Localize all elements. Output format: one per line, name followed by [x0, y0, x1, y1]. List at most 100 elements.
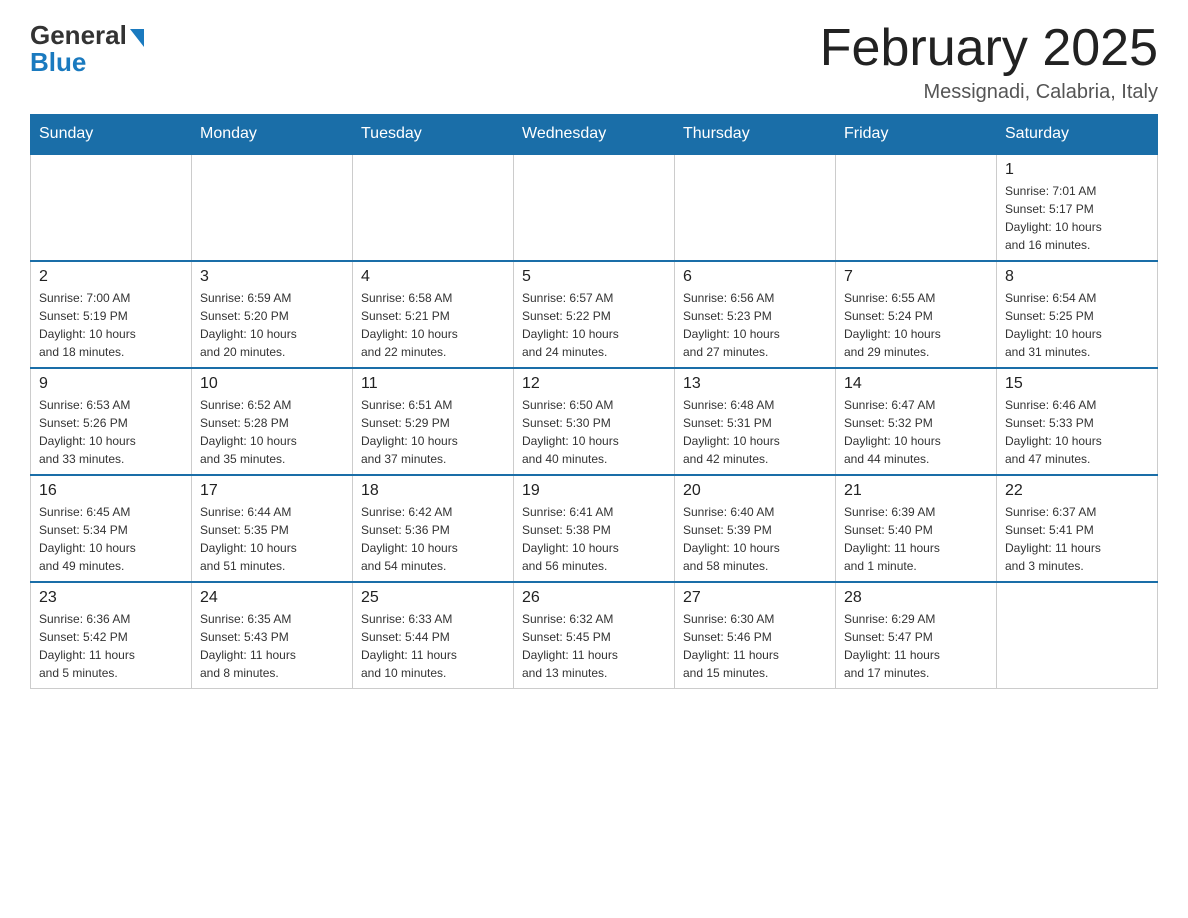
title-area: February 2025 Messignadi, Calabria, Ital…	[820, 20, 1158, 104]
month-title: February 2025	[820, 20, 1158, 77]
calendar-cell: 10 Sunrise: 6:52 AM Sunset: 5:28 PM Dayli…	[192, 368, 353, 475]
day-number: 2	[39, 268, 183, 286]
day-info: Sunrise: 6:30 AM Sunset: 5:46 PM Dayligh…	[683, 610, 827, 682]
calendar-cell	[836, 154, 997, 261]
day-number: 13	[683, 375, 827, 393]
weekday-header-thursday: Thursday	[675, 115, 836, 155]
calendar-cell	[514, 154, 675, 261]
calendar-cell	[997, 582, 1158, 689]
day-info: Sunrise: 6:44 AM Sunset: 5:35 PM Dayligh…	[200, 503, 344, 575]
day-info: Sunrise: 6:32 AM Sunset: 5:45 PM Dayligh…	[522, 610, 666, 682]
page-header: General Blue February 2025 Messignadi, C…	[30, 20, 1158, 104]
day-info: Sunrise: 6:39 AM Sunset: 5:40 PM Dayligh…	[844, 503, 988, 575]
day-number: 23	[39, 589, 183, 607]
day-info: Sunrise: 6:50 AM Sunset: 5:30 PM Dayligh…	[522, 396, 666, 468]
calendar-cell: 3 Sunrise: 6:59 AM Sunset: 5:20 PM Daylig…	[192, 261, 353, 368]
calendar-cell: 13 Sunrise: 6:48 AM Sunset: 5:31 PM Dayli…	[675, 368, 836, 475]
day-info: Sunrise: 6:41 AM Sunset: 5:38 PM Dayligh…	[522, 503, 666, 575]
day-number: 12	[522, 375, 666, 393]
day-number: 10	[200, 375, 344, 393]
day-info: Sunrise: 6:57 AM Sunset: 5:22 PM Dayligh…	[522, 289, 666, 361]
calendar-cell: 20 Sunrise: 6:40 AM Sunset: 5:39 PM Dayli…	[675, 475, 836, 582]
calendar-cell: 16Sunrise: 6:45 AM Sunset: 5:34 PM Dayli…	[31, 475, 192, 582]
day-number: 20	[683, 482, 827, 500]
week-row-2: 2 Sunrise: 7:00 AM Sunset: 5:19 PM Daylig…	[31, 261, 1158, 368]
calendar-cell: 5 Sunrise: 6:57 AM Sunset: 5:22 PM Daylig…	[514, 261, 675, 368]
day-number: 25	[361, 589, 505, 607]
day-info: Sunrise: 6:55 AM Sunset: 5:24 PM Dayligh…	[844, 289, 988, 361]
weekday-header-monday: Monday	[192, 115, 353, 155]
day-info: Sunrise: 6:36 AM Sunset: 5:42 PM Dayligh…	[39, 610, 183, 682]
calendar-cell: 17Sunrise: 6:44 AM Sunset: 5:35 PM Dayli…	[192, 475, 353, 582]
logo-blue-text: Blue	[30, 47, 86, 78]
day-info: Sunrise: 6:46 AM Sunset: 5:33 PM Dayligh…	[1005, 396, 1149, 468]
day-info: Sunrise: 6:58 AM Sunset: 5:21 PM Dayligh…	[361, 289, 505, 361]
calendar-cell: 22Sunrise: 6:37 AM Sunset: 5:41 PM Dayli…	[997, 475, 1158, 582]
calendar-cell: 2 Sunrise: 7:00 AM Sunset: 5:19 PM Daylig…	[31, 261, 192, 368]
calendar-cell: 6 Sunrise: 6:56 AM Sunset: 5:23 PM Daylig…	[675, 261, 836, 368]
calendar-cell: 27 Sunrise: 6:30 AM Sunset: 5:46 PM Dayli…	[675, 582, 836, 689]
calendar-cell: 26 Sunrise: 6:32 AM Sunset: 5:45 PM Dayli…	[514, 582, 675, 689]
day-info: Sunrise: 6:53 AM Sunset: 5:26 PM Dayligh…	[39, 396, 183, 468]
day-info: Sunrise: 7:00 AM Sunset: 5:19 PM Dayligh…	[39, 289, 183, 361]
calendar-cell: 14 Sunrise: 6:47 AM Sunset: 5:32 PM Dayli…	[836, 368, 997, 475]
day-number: 4	[361, 268, 505, 286]
day-number: 24	[200, 589, 344, 607]
weekday-header-wednesday: Wednesday	[514, 115, 675, 155]
day-number: 5	[522, 268, 666, 286]
calendar-cell: 19 Sunrise: 6:41 AM Sunset: 5:38 PM Dayli…	[514, 475, 675, 582]
calendar-cell	[353, 154, 514, 261]
week-row-4: 16Sunrise: 6:45 AM Sunset: 5:34 PM Dayli…	[31, 475, 1158, 582]
day-number: 14	[844, 375, 988, 393]
calendar-cell: 1Sunrise: 7:01 AM Sunset: 5:17 PM Daylig…	[997, 154, 1158, 261]
week-row-3: 9 Sunrise: 6:53 AM Sunset: 5:26 PM Daylig…	[31, 368, 1158, 475]
week-row-1: 1Sunrise: 7:01 AM Sunset: 5:17 PM Daylig…	[31, 154, 1158, 261]
day-info: Sunrise: 6:56 AM Sunset: 5:23 PM Dayligh…	[683, 289, 827, 361]
calendar-cell: 15 Sunrise: 6:46 AM Sunset: 5:33 PM Dayli…	[997, 368, 1158, 475]
logo: General Blue	[30, 20, 144, 78]
weekday-header-saturday: Saturday	[997, 115, 1158, 155]
calendar-table: SundayMondayTuesdayWednesdayThursdayFrid…	[30, 114, 1158, 689]
calendar-cell: 12 Sunrise: 6:50 AM Sunset: 5:30 PM Dayli…	[514, 368, 675, 475]
calendar-cell: 28Sunrise: 6:29 AM Sunset: 5:47 PM Dayli…	[836, 582, 997, 689]
day-info: Sunrise: 6:47 AM Sunset: 5:32 PM Dayligh…	[844, 396, 988, 468]
day-number: 19	[522, 482, 666, 500]
calendar-cell: 11Sunrise: 6:51 AM Sunset: 5:29 PM Dayli…	[353, 368, 514, 475]
calendar-cell	[31, 154, 192, 261]
day-info: Sunrise: 6:40 AM Sunset: 5:39 PM Dayligh…	[683, 503, 827, 575]
day-number: 18	[361, 482, 505, 500]
day-number: 21	[844, 482, 988, 500]
weekday-header-row: SundayMondayTuesdayWednesdayThursdayFrid…	[31, 115, 1158, 155]
day-number: 8	[1005, 268, 1149, 286]
calendar-cell	[192, 154, 353, 261]
day-info: Sunrise: 6:48 AM Sunset: 5:31 PM Dayligh…	[683, 396, 827, 468]
day-number: 7	[844, 268, 988, 286]
logo-arrow-icon	[130, 29, 144, 47]
calendar-cell: 25 Sunrise: 6:33 AM Sunset: 5:44 PM Dayli…	[353, 582, 514, 689]
weekday-header-tuesday: Tuesday	[353, 115, 514, 155]
day-info: Sunrise: 6:52 AM Sunset: 5:28 PM Dayligh…	[200, 396, 344, 468]
day-number: 15	[1005, 375, 1149, 393]
day-number: 3	[200, 268, 344, 286]
calendar-cell: 4 Sunrise: 6:58 AM Sunset: 5:21 PM Daylig…	[353, 261, 514, 368]
day-info: Sunrise: 6:35 AM Sunset: 5:43 PM Dayligh…	[200, 610, 344, 682]
week-row-5: 23 Sunrise: 6:36 AM Sunset: 5:42 PM Dayli…	[31, 582, 1158, 689]
calendar-cell: 18Sunrise: 6:42 AM Sunset: 5:36 PM Dayli…	[353, 475, 514, 582]
location-subtitle: Messignadi, Calabria, Italy	[820, 81, 1158, 104]
day-info: Sunrise: 6:37 AM Sunset: 5:41 PM Dayligh…	[1005, 503, 1149, 575]
weekday-header-sunday: Sunday	[31, 115, 192, 155]
day-number: 26	[522, 589, 666, 607]
day-info: Sunrise: 6:59 AM Sunset: 5:20 PM Dayligh…	[200, 289, 344, 361]
day-info: Sunrise: 6:33 AM Sunset: 5:44 PM Dayligh…	[361, 610, 505, 682]
day-number: 6	[683, 268, 827, 286]
day-info: Sunrise: 7:01 AM Sunset: 5:17 PM Dayligh…	[1005, 182, 1149, 254]
calendar-cell: 7 Sunrise: 6:55 AM Sunset: 5:24 PM Daylig…	[836, 261, 997, 368]
calendar-cell: 24 Sunrise: 6:35 AM Sunset: 5:43 PM Dayli…	[192, 582, 353, 689]
day-number: 27	[683, 589, 827, 607]
day-number: 9	[39, 375, 183, 393]
weekday-header-friday: Friday	[836, 115, 997, 155]
calendar-cell	[675, 154, 836, 261]
day-number: 16	[39, 482, 183, 500]
day-info: Sunrise: 6:51 AM Sunset: 5:29 PM Dayligh…	[361, 396, 505, 468]
calendar-cell: 8Sunrise: 6:54 AM Sunset: 5:25 PM Daylig…	[997, 261, 1158, 368]
